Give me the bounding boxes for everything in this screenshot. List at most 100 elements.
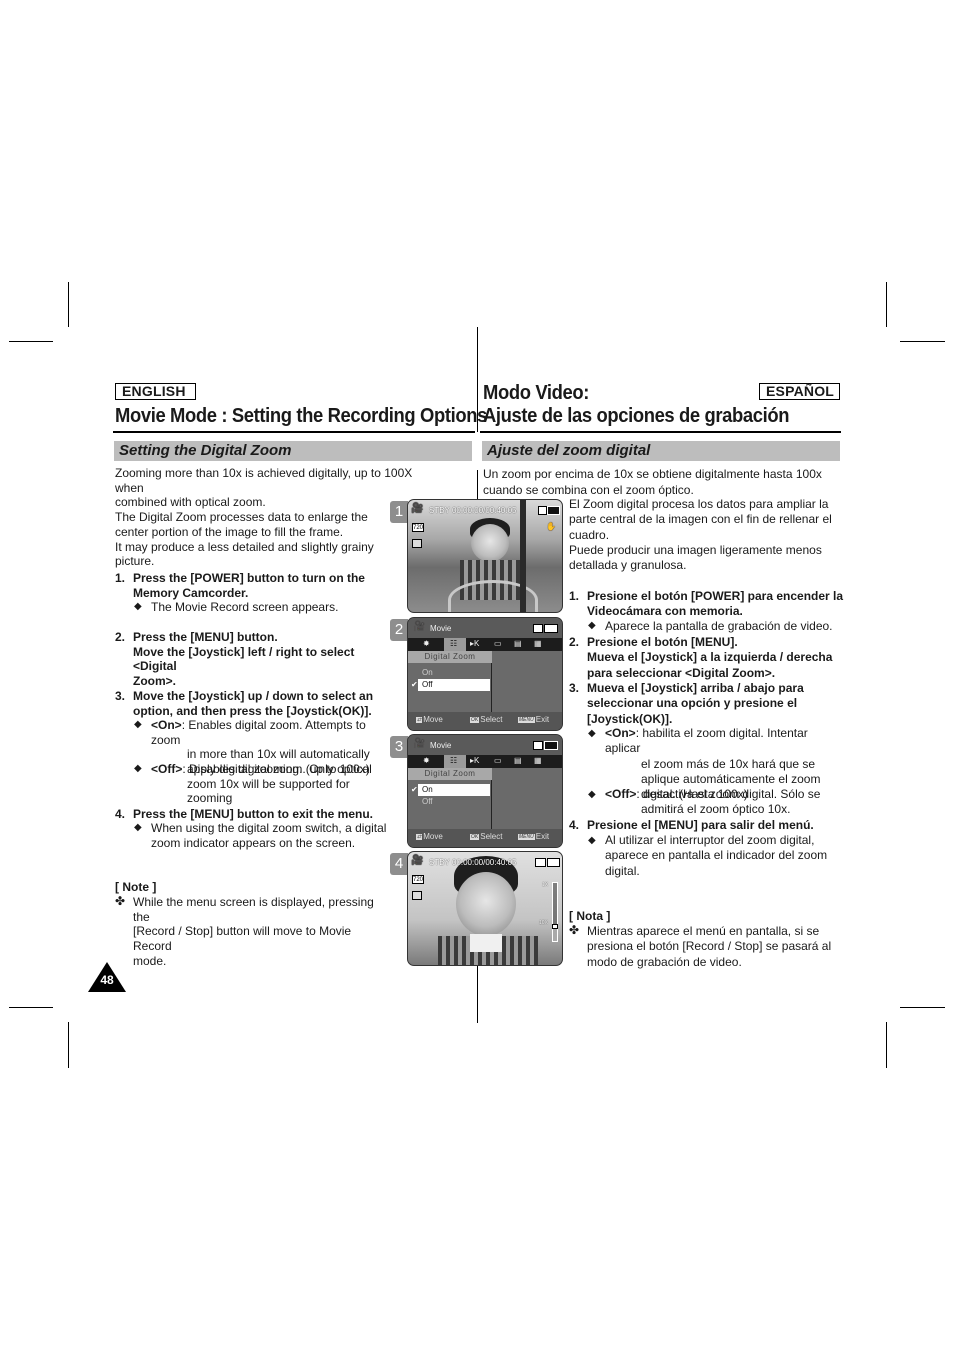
menu-option-on[interactable]: On bbox=[418, 667, 490, 679]
step-number: 4. bbox=[115, 807, 126, 821]
text-line: : desactiva el zoom digital. Sólo se bbox=[636, 787, 821, 801]
section-heading-text: Setting the Digital Zoom bbox=[119, 442, 292, 459]
title-rule bbox=[113, 431, 475, 433]
text-line: When using the digital zoom switch, a di… bbox=[151, 821, 387, 835]
diamond-bullet-icon: ◆ bbox=[588, 789, 596, 800]
photo-subject bbox=[456, 872, 516, 936]
text-line: Al utilizar el interruptor del zoom digi… bbox=[605, 833, 815, 847]
ok-key-icon: OK bbox=[470, 834, 480, 840]
text-line: Zooming more than 10x is achieved digita… bbox=[115, 466, 413, 495]
menu-option-on[interactable]: On bbox=[418, 784, 490, 796]
menu-option-off[interactable]: Off bbox=[418, 679, 490, 691]
crop-mark bbox=[900, 341, 945, 342]
menu-key-icon: MENU bbox=[518, 717, 535, 723]
photo-collar bbox=[470, 934, 502, 952]
language-badge-spanish: ESPAÑOL bbox=[759, 383, 840, 400]
text-line: Move the [Joystick] up / down to select … bbox=[133, 689, 374, 703]
note-icon: ✤ bbox=[115, 894, 126, 908]
zoom-level-indicator bbox=[552, 924, 558, 929]
image-size-icon[interactable]: ▤ bbox=[514, 756, 522, 765]
page-title-spanish-line2: Ajuste de las opciones de grabación bbox=[483, 405, 790, 427]
text-line: zoom indicator appears on the screen. bbox=[151, 835, 356, 850]
text-line: Presione el [MENU] para salir del menú. bbox=[587, 818, 814, 832]
text-line: seleccionar una opción y presione el bbox=[587, 696, 798, 711]
camcorder-icon: 🎥 bbox=[413, 738, 426, 749]
title-rule bbox=[480, 431, 841, 433]
zoom-label-1x: 1X bbox=[542, 882, 549, 888]
white-balance-icon[interactable]: ✸ bbox=[423, 639, 430, 648]
footer-move: ⇄ Move bbox=[416, 715, 443, 724]
text-line: aparece en pantalla el indicador del zoo… bbox=[605, 848, 828, 863]
battery-icon bbox=[544, 741, 558, 750]
text-line: It may produce a less detailed and sligh… bbox=[115, 539, 374, 554]
camcorder-screen-menu: 🎥 Movie ✸ ☷ ▸K ▭ ▤ ▦ Digital Zoom On ✔ O… bbox=[407, 617, 563, 731]
zoom-level-fill bbox=[553, 929, 557, 941]
bullet-english-1: ◆ The Movie Record screen appears. bbox=[134, 600, 394, 615]
digital-zoom-submenu: Digital Zoom ✔ On Off bbox=[408, 768, 492, 832]
focus-icon[interactable]: ▭ bbox=[494, 639, 502, 648]
footer-move: ⇄ Move bbox=[416, 832, 443, 841]
step-english-4: 4. Press the [MENU] button to exit the m… bbox=[115, 807, 395, 822]
white-balance-icon[interactable]: ✸ bbox=[423, 756, 430, 765]
text-line: : habilita el zoom digital. Intentar apl… bbox=[605, 726, 808, 756]
step-number: 1. bbox=[115, 571, 126, 585]
menu-footer: ⇄ Move OK Select MENU Exit bbox=[408, 712, 562, 730]
text-line: [Joystick(OK)]. bbox=[587, 711, 673, 726]
menu-icon-bar[interactable]: ✸ ☷ ▸K ▭ ▤ ▦ bbox=[408, 755, 562, 768]
crop-mark bbox=[68, 1022, 69, 1068]
page-number: 48 bbox=[88, 962, 126, 992]
memory-icon bbox=[533, 624, 543, 633]
text-line: Press the [MENU] button to exit the menu… bbox=[133, 807, 374, 821]
ok-key-icon: OK bbox=[470, 717, 480, 723]
text-line: [Record / Stop] button will move to Movi… bbox=[133, 924, 352, 954]
diamond-bullet-icon: ◆ bbox=[134, 763, 142, 774]
camcorder-icon: 🎥 bbox=[411, 855, 424, 866]
focus-icon[interactable]: ▭ bbox=[494, 756, 502, 765]
submenu-title: Digital Zoom bbox=[408, 651, 492, 663]
joystick-icon: ⇄ bbox=[416, 834, 423, 840]
effect-icon[interactable]: ▦ bbox=[534, 756, 542, 765]
diamond-bullet-icon: ◆ bbox=[588, 620, 596, 631]
menu-mode-label: Movie bbox=[430, 624, 452, 633]
text-line: The Digital Zoom processes data to enlar… bbox=[115, 510, 368, 525]
step-english-2: 2. Press the [MENU] button. Move the [Jo… bbox=[115, 630, 395, 689]
battery-icon bbox=[544, 624, 558, 633]
effect-icon[interactable]: ▦ bbox=[534, 639, 542, 648]
crop-mark bbox=[886, 1022, 887, 1068]
digital-zoom-tab[interactable]: ☷ bbox=[444, 755, 466, 768]
status-readout: STBY 00:00:00/00:40:05 bbox=[429, 506, 517, 515]
center-divider bbox=[477, 965, 478, 1023]
text-line: zoom 10x will be supported for zooming bbox=[187, 776, 350, 806]
step-number: 3. bbox=[569, 681, 580, 695]
menu-icon-bar[interactable]: ✸ ☷ ▸K ▭ ▤ ▦ bbox=[408, 638, 562, 651]
battery-icon bbox=[547, 506, 560, 515]
text-line: Presione el botón [POWER] para encender … bbox=[587, 589, 844, 603]
step-spanish-1: 1. Presione el botón [POWER] para encend… bbox=[569, 589, 844, 620]
text-line: mode. bbox=[133, 953, 167, 968]
quality-720-icon: 720 bbox=[412, 523, 424, 532]
text-line: Presione el botón [MENU]. bbox=[587, 635, 738, 649]
program-ae-icon[interactable]: ▸K bbox=[470, 639, 479, 648]
image-size-icon[interactable]: ▤ bbox=[514, 639, 522, 648]
intro-english: Zooming more than 10x is achieved digita… bbox=[115, 466, 435, 569]
text-line: modo de grabación de video. bbox=[587, 954, 742, 969]
section-heading-english: Setting the Digital Zoom bbox=[114, 441, 472, 461]
menu-key-icon: MENU bbox=[518, 834, 535, 840]
note-title-english: [ Note ] bbox=[115, 880, 157, 894]
option-label: <On> bbox=[605, 726, 636, 740]
text-line: para seleccionar <Digital Zoom>. bbox=[587, 665, 776, 680]
digital-zoom-tab[interactable]: ☷ bbox=[444, 638, 466, 651]
quality-720-icon: 720 bbox=[412, 875, 424, 884]
zoom-label-10x: 10X bbox=[539, 920, 548, 926]
step-number: 3. bbox=[115, 689, 126, 703]
menu-option-off[interactable]: Off bbox=[418, 796, 490, 808]
text-line: While the menu screen is displayed, pres… bbox=[133, 895, 374, 924]
footer-exit: MENU Exit bbox=[518, 832, 550, 841]
screen-step-tab: 4 bbox=[390, 853, 408, 875]
camcorder-screen-record: 🎥 STBY 00:00:00/00:40:05 720 ✋ bbox=[407, 499, 563, 613]
text-line: cuando se combina con el zoom óptico. bbox=[483, 482, 694, 497]
menu-titlebar: 🎥 Movie bbox=[408, 735, 562, 755]
menu-titlebar: 🎥 Movie bbox=[408, 618, 562, 638]
program-ae-icon[interactable]: ▸K bbox=[470, 756, 479, 765]
text-line: in more than 10x will automatically bbox=[187, 747, 370, 762]
